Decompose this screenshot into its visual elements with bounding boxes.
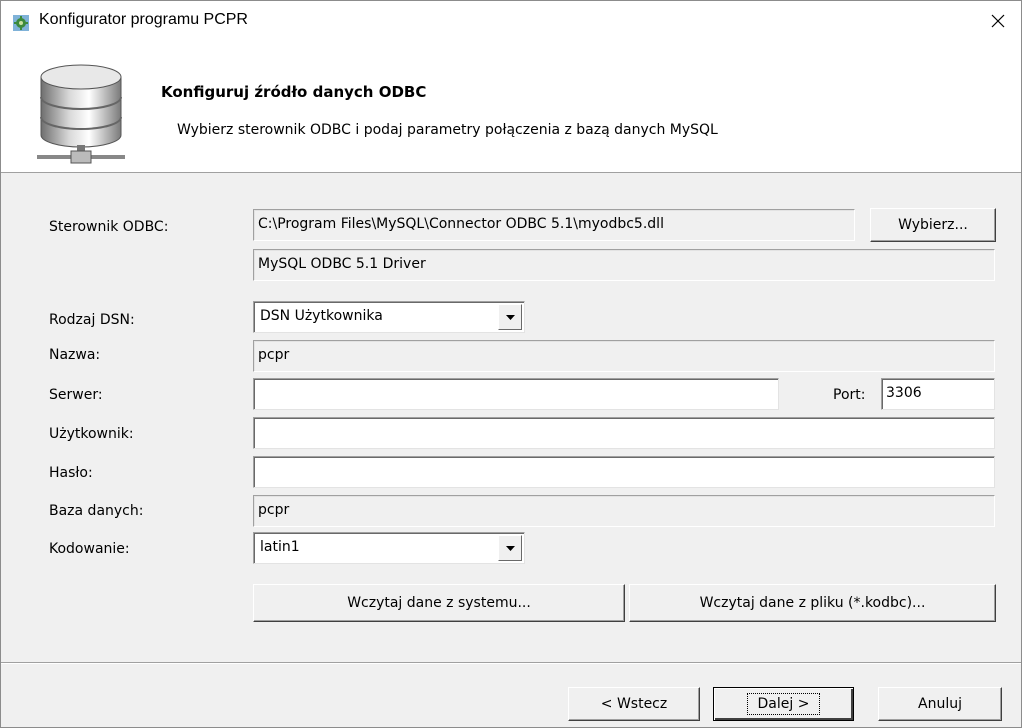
name-field: pcpr — [253, 340, 995, 372]
chevron-down-icon — [505, 545, 515, 551]
password-input[interactable] — [253, 456, 995, 488]
footer-divider — [1, 662, 1021, 664]
encoding-label: Kodowanie: — [49, 541, 130, 557]
next-button-label: Dalej > — [746, 693, 821, 715]
encoding-dropdown-button[interactable] — [498, 535, 522, 561]
server-input[interactable] — [253, 378, 779, 410]
driver-label: Sterownik ODBC: — [49, 219, 169, 235]
header-subtitle: Wybierz sterownik ODBC i podaj parametry… — [177, 122, 718, 138]
next-button[interactable]: Dalej > — [713, 687, 854, 721]
header-title: Konfiguruj źródło danych ODBC — [161, 83, 427, 101]
dsn-type-dropdown-button[interactable] — [498, 304, 522, 330]
dsn-type-value: DSN Użytkownika — [260, 308, 383, 324]
database-label: Baza danych: — [49, 503, 144, 519]
port-label: Port: — [833, 387, 866, 403]
chevron-down-icon — [505, 314, 515, 320]
database-field: pcpr — [253, 495, 995, 527]
driver-name-field: MySQL ODBC 5.1 Driver — [253, 249, 995, 281]
dsn-type-label: Rodzaj DSN: — [49, 312, 135, 328]
password-label: Hasło: — [49, 465, 93, 481]
back-button[interactable]: < Wstecz — [568, 687, 700, 721]
gear-app-icon — [13, 15, 29, 31]
close-icon — [991, 14, 1005, 28]
cancel-button[interactable]: Anuluj — [878, 687, 1002, 721]
encoding-value: latin1 — [260, 539, 300, 555]
dsn-type-select[interactable]: DSN Użytkownika — [253, 301, 525, 333]
port-input[interactable]: 3306 — [881, 378, 995, 410]
choose-driver-button[interactable]: Wybierz... — [870, 208, 996, 242]
encoding-select[interactable]: latin1 — [253, 532, 525, 564]
driver-path-field: C:\Program Files\MySQL\Connector ODBC 5.… — [253, 209, 855, 241]
name-label: Nazwa: — [49, 347, 101, 363]
user-label: Użytkownik: — [49, 426, 134, 442]
load-from-system-button[interactable]: Wczytaj dane z systemu... — [253, 584, 625, 622]
window-title: Konfigurator programu PCPR — [39, 11, 248, 28]
wizard-header: Konfiguruj źródło danych ODBC Wybierz st… — [1, 41, 1021, 173]
title-bar: Konfigurator programu PCPR — [1, 1, 1021, 41]
configurator-window: Konfigurator programu PCPR Konfiguruj źr… — [0, 0, 1022, 728]
load-from-file-button[interactable]: Wczytaj dane z pliku (*.kodbc)... — [629, 584, 996, 622]
server-label: Serwer: — [49, 387, 103, 403]
user-input[interactable] — [253, 417, 995, 449]
database-network-icon — [37, 64, 125, 164]
close-button[interactable] — [975, 1, 1021, 41]
